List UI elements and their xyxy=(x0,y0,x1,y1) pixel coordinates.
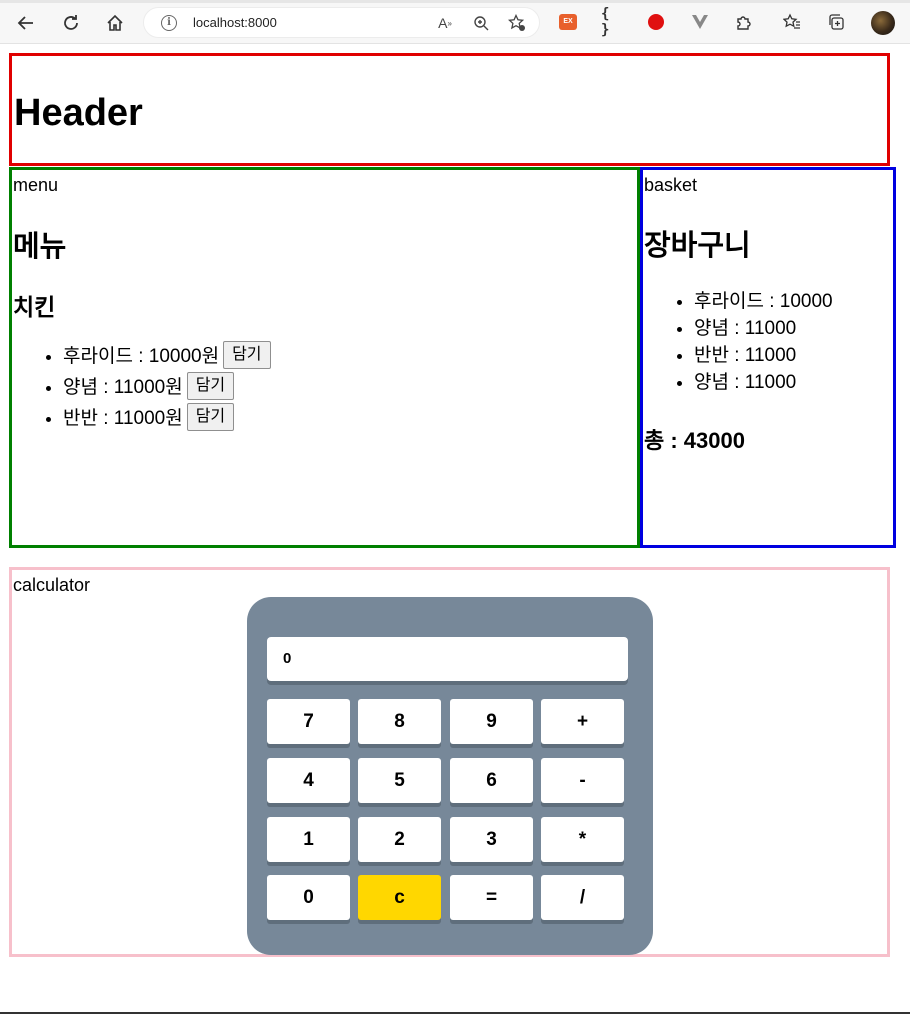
favorites-icon[interactable] xyxy=(782,12,802,32)
favorite-add-icon[interactable] xyxy=(507,13,527,33)
menu-item-text: 반반 : 11000원 xyxy=(63,408,183,429)
menu-section: menu 메뉴 치킨 후라이드 : 10000원담기 양념 : 11000원담기… xyxy=(9,167,640,548)
menu-item-text: 후라이드 : 10000원 xyxy=(63,346,220,367)
menu-item-text: 양념 : 11000원 xyxy=(63,377,183,398)
reload-icon[interactable] xyxy=(58,10,84,36)
basket-section: basket 장바구니 후라이드 : 10000 양념 : 11000 반반 :… xyxy=(640,167,896,548)
basket-list: 후라이드 : 10000 양념 : 11000 반반 : 11000 양념 : … xyxy=(643,288,833,396)
key-1[interactable]: 1 xyxy=(267,817,350,862)
calculator-section: calculator 0 7 8 9 + 4 5 6 - 1 2 3 * 0 c… xyxy=(9,567,890,957)
calculator-body: 0 7 8 9 + 4 5 6 - 1 2 3 * 0 c = / xyxy=(247,597,653,955)
key-multiply[interactable]: * xyxy=(541,817,624,862)
basket-item: 후라이드 : 10000 xyxy=(694,288,833,315)
key-6[interactable]: 6 xyxy=(450,758,533,803)
address-url[interactable]: localhost:8000 xyxy=(193,15,277,30)
add-to-basket-button[interactable]: 담기 xyxy=(186,371,235,400)
key-9[interactable]: 9 xyxy=(450,699,533,744)
header-title: Header xyxy=(14,92,143,134)
key-divide[interactable]: / xyxy=(541,875,624,920)
menu-list: 후라이드 : 10000원담기 양념 : 11000원담기 반반 : 11000… xyxy=(12,340,271,434)
key-4[interactable]: 4 xyxy=(267,758,350,803)
menu-heading: 메뉴 xyxy=(13,231,67,263)
info-icon[interactable]: i xyxy=(161,15,177,31)
back-icon[interactable] xyxy=(13,10,39,36)
json-viewer-icon[interactable]: { } xyxy=(601,6,621,38)
browser-toolbar: i localhost:8000 A» EX { } xyxy=(0,0,910,44)
menu-label: menu xyxy=(13,175,59,195)
basket-heading: 장바구니 xyxy=(644,230,751,262)
key-minus[interactable]: - xyxy=(541,758,624,803)
home-icon[interactable] xyxy=(102,10,128,36)
menu-item: 반반 : 11000원담기 xyxy=(63,402,271,434)
calculator-display: 0 xyxy=(267,637,628,681)
header-section: Header xyxy=(9,53,890,166)
tab-strip xyxy=(0,0,910,3)
menu-category-heading: 치킨 xyxy=(13,294,56,320)
basket-label: basket xyxy=(644,175,698,195)
key-2[interactable]: 2 xyxy=(358,817,441,862)
menu-item: 후라이드 : 10000원담기 xyxy=(63,340,271,372)
key-3[interactable]: 3 xyxy=(450,817,533,862)
address-bar[interactable]: i localhost:8000 A» xyxy=(143,7,540,38)
key-8[interactable]: 8 xyxy=(358,699,441,744)
key-equals[interactable]: = xyxy=(450,875,533,920)
basket-item: 양념 : 11000 xyxy=(694,315,833,342)
add-to-basket-button[interactable]: 담기 xyxy=(223,340,271,369)
key-7[interactable]: 7 xyxy=(267,699,350,744)
extensions-puzzle-icon[interactable] xyxy=(734,12,754,32)
key-plus[interactable]: + xyxy=(541,699,624,744)
zoom-icon[interactable] xyxy=(471,13,491,33)
basket-item: 양념 : 11000 xyxy=(694,369,833,396)
collections-icon[interactable] xyxy=(826,12,846,32)
profile-avatar[interactable] xyxy=(871,11,895,35)
adblock-icon[interactable] xyxy=(646,12,666,32)
key-clear[interactable]: c xyxy=(358,875,441,920)
key-5[interactable]: 5 xyxy=(358,758,441,803)
key-0[interactable]: 0 xyxy=(267,875,350,920)
read-aloud-icon[interactable]: A» xyxy=(435,13,455,33)
menu-item: 양념 : 11000원담기 xyxy=(63,371,271,403)
calculator-label: calculator xyxy=(13,575,91,595)
basket-total: 총 : 43000 xyxy=(644,428,745,453)
vue-devtools-icon[interactable] xyxy=(690,12,710,32)
add-to-basket-button[interactable]: 담기 xyxy=(186,402,235,431)
extension-ex-icon[interactable]: EX xyxy=(558,12,578,32)
basket-item: 반반 : 11000 xyxy=(694,342,833,369)
